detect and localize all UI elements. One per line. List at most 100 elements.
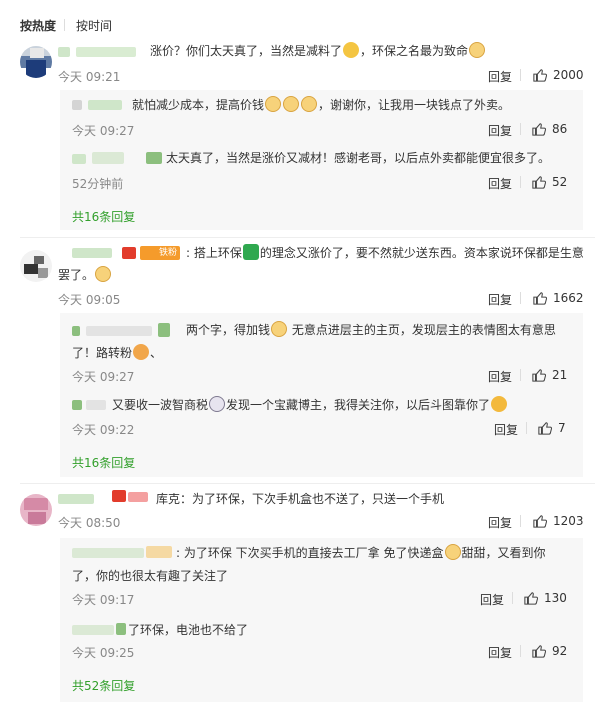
more-replies-link[interactable]: 共16条回复: [72, 454, 135, 471]
reply-username[interactable]: [72, 400, 82, 410]
reply-text: : 为了环保 下次买手机的直接去工厂拿 免了快递盒 甜甜，又看到你: [176, 544, 546, 560]
reply-button[interactable]: 回复: [488, 68, 512, 85]
avatar[interactable]: [20, 250, 52, 282]
like-count: 130: [544, 591, 567, 605]
like-count: 1203: [553, 514, 584, 528]
like-button[interactable]: 86: [532, 122, 567, 136]
comment-text: : 搭上环保 的理念又涨价了，要不然就少送东西。资本家说环保都是生意: [186, 244, 584, 260]
reply-username[interactable]: [72, 625, 114, 635]
cat-emoji-icon: [301, 96, 318, 112]
sort-by-hot[interactable]: 按热度: [20, 17, 56, 34]
cat-emoji-icon: [271, 321, 288, 337]
reply-username-blur: [92, 152, 124, 164]
like-count: 86: [552, 122, 568, 136]
action-divider: [520, 292, 521, 304]
reply-time: 今天 09:22: [72, 423, 135, 437]
cat-emoji-icon: [444, 544, 461, 560]
action-divider: [526, 422, 527, 434]
reply-time: 今天 09:27: [72, 124, 135, 138]
reply-text: 太天真了，当然是涨价又减材！感谢老哥，以后点外卖都能便宜很多了。: [166, 151, 551, 165]
reply-button[interactable]: 回复: [488, 175, 512, 192]
comment-text: 涨价？你们太天真了，当然是减料了 ，环保之名最为致命: [150, 40, 486, 62]
action-divider: [520, 69, 521, 81]
reply-username-blur: [116, 623, 126, 635]
cat-emoji-icon: [265, 96, 282, 112]
like-button[interactable]: 21: [532, 368, 567, 382]
like-button[interactable]: 1662: [533, 291, 584, 305]
more-replies-link[interactable]: 共52条回复: [72, 677, 135, 694]
action-divider: [520, 515, 521, 527]
recycle-emoji-icon: [242, 244, 259, 260]
cat-emoji-icon: [469, 42, 486, 58]
reply-username[interactable]: [72, 100, 82, 110]
action-divider: [512, 592, 513, 604]
smile-emoji-icon: [343, 42, 360, 58]
laugh-emoji-icon: [491, 396, 508, 412]
avatar[interactable]: [20, 494, 52, 526]
reply-time: 今天 09:17: [72, 593, 135, 607]
reply-text-line2: 了，你的也很太有趣了关注了: [72, 569, 229, 583]
username[interactable]: [58, 494, 94, 504]
like-count: 21: [552, 368, 568, 382]
like-button[interactable]: 130: [524, 591, 567, 605]
like-count: 92: [552, 644, 568, 658]
more-replies-link[interactable]: 共16条回复: [72, 208, 135, 225]
vip-badge-icon: [112, 490, 126, 502]
reply-button[interactable]: 回复: [488, 368, 512, 385]
thumbs-up-icon: [533, 292, 547, 305]
reply-time: 今天 09:27: [72, 370, 135, 384]
comment-time: 今天 09:21: [58, 70, 121, 84]
thumbs-up-icon: [532, 645, 546, 658]
username[interactable]: [58, 47, 70, 57]
sort-by-time[interactable]: 按时间: [76, 17, 112, 34]
like-button[interactable]: 1203: [533, 514, 584, 528]
like-count: 2000: [553, 68, 584, 82]
thumbs-up-icon: [538, 422, 552, 435]
cat-emoji-icon: [95, 266, 112, 282]
comment-time: 今天 09:05: [58, 293, 121, 307]
reply-username-blur: [88, 100, 122, 110]
thumbs-up-icon: [533, 69, 547, 82]
reply-time: 今天 09:25: [72, 646, 135, 660]
eye-emoji-icon: [209, 396, 226, 412]
reply-time: 52分钟前: [72, 177, 124, 191]
username[interactable]: [72, 248, 112, 258]
like-count: 7: [558, 421, 566, 435]
like-button[interactable]: 7: [538, 421, 566, 435]
reply-text: 又要收一波智商税 发现一个宝藏博主，我得关注你，以后斗图靠你了: [112, 394, 508, 416]
like-count: 52: [552, 175, 568, 189]
reply-button[interactable]: 回复: [488, 291, 512, 308]
thumbs-up-icon: [524, 592, 538, 605]
thread-divider: [20, 483, 595, 484]
thread-divider: [20, 237, 595, 238]
action-divider: [520, 369, 521, 381]
reply-button[interactable]: 回复: [480, 591, 504, 608]
reply-button[interactable]: 回复: [488, 122, 512, 139]
username-blur: [76, 47, 136, 57]
comment-time: 今天 08:50: [58, 516, 121, 530]
like-button[interactable]: 92: [532, 644, 567, 658]
reply-text-line2: 了！路转粉、: [72, 344, 163, 360]
reply-button[interactable]: 回复: [488, 644, 512, 661]
like-count: 1662: [553, 291, 584, 305]
thumbs-up-icon: [532, 176, 546, 189]
badge-blur: [128, 492, 148, 502]
reply-username-blur: [86, 400, 106, 410]
reply-button[interactable]: 回复: [494, 421, 518, 438]
vip-badge-icon: [122, 247, 136, 259]
action-divider: [520, 176, 521, 188]
reply-button[interactable]: 回复: [488, 514, 512, 531]
sort-divider: [64, 19, 65, 31]
comment-text: 库克：为了环保，下次手机盒也不送了，只送一个手机: [156, 492, 445, 506]
like-button[interactable]: 52: [532, 175, 567, 189]
reply-username[interactable]: [72, 154, 86, 164]
reply-username[interactable]: [72, 326, 80, 336]
blush-emoji-icon: [133, 344, 150, 360]
thumbs-up-icon: [533, 515, 547, 528]
reply-username[interactable]: [72, 548, 144, 558]
reply-username-blur: [86, 326, 152, 336]
avatar[interactable]: [20, 46, 52, 78]
like-button[interactable]: 2000: [533, 68, 584, 82]
reply-text: 两个字，得加钱 无意点进层主的主页，发现层主的表情图太有意思: [186, 321, 556, 337]
reply-text: 了环保，电池也不给了: [128, 623, 249, 637]
